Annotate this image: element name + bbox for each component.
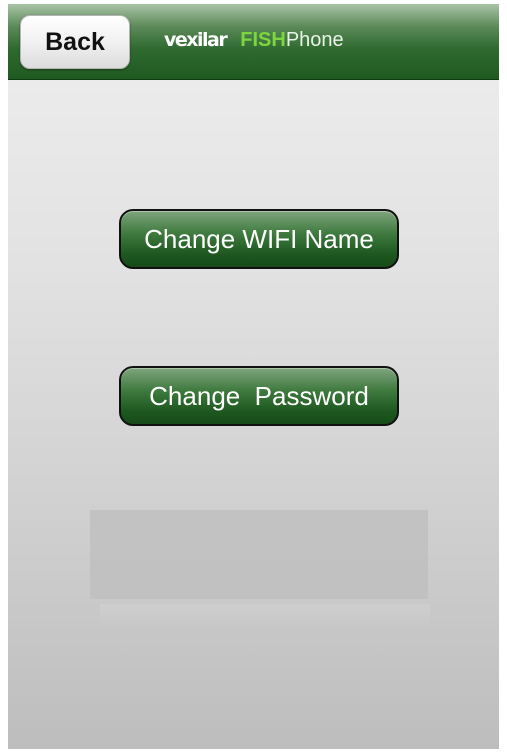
navigation-bar: Back vexilar FISH Phone <box>8 4 499 80</box>
logo-brand-text: vexilar <box>164 29 228 51</box>
change-password-button[interactable]: Change Password <box>119 366 399 426</box>
change-wifi-name-button[interactable]: Change WIFI Name <box>119 209 399 269</box>
app-screen: Back vexilar FISH Phone Change WIFI Name… <box>8 4 499 749</box>
device-frame: Back vexilar FISH Phone Change WIFI Name… <box>0 0 507 753</box>
status-panel-reflection <box>100 604 430 628</box>
logo-phone-text: Phone <box>285 29 344 51</box>
back-button[interactable]: Back <box>20 15 130 69</box>
logo-fish-text: FISH <box>240 29 286 51</box>
status-panel <box>90 510 428 599</box>
app-logo: vexilar FISH Phone <box>164 29 344 59</box>
